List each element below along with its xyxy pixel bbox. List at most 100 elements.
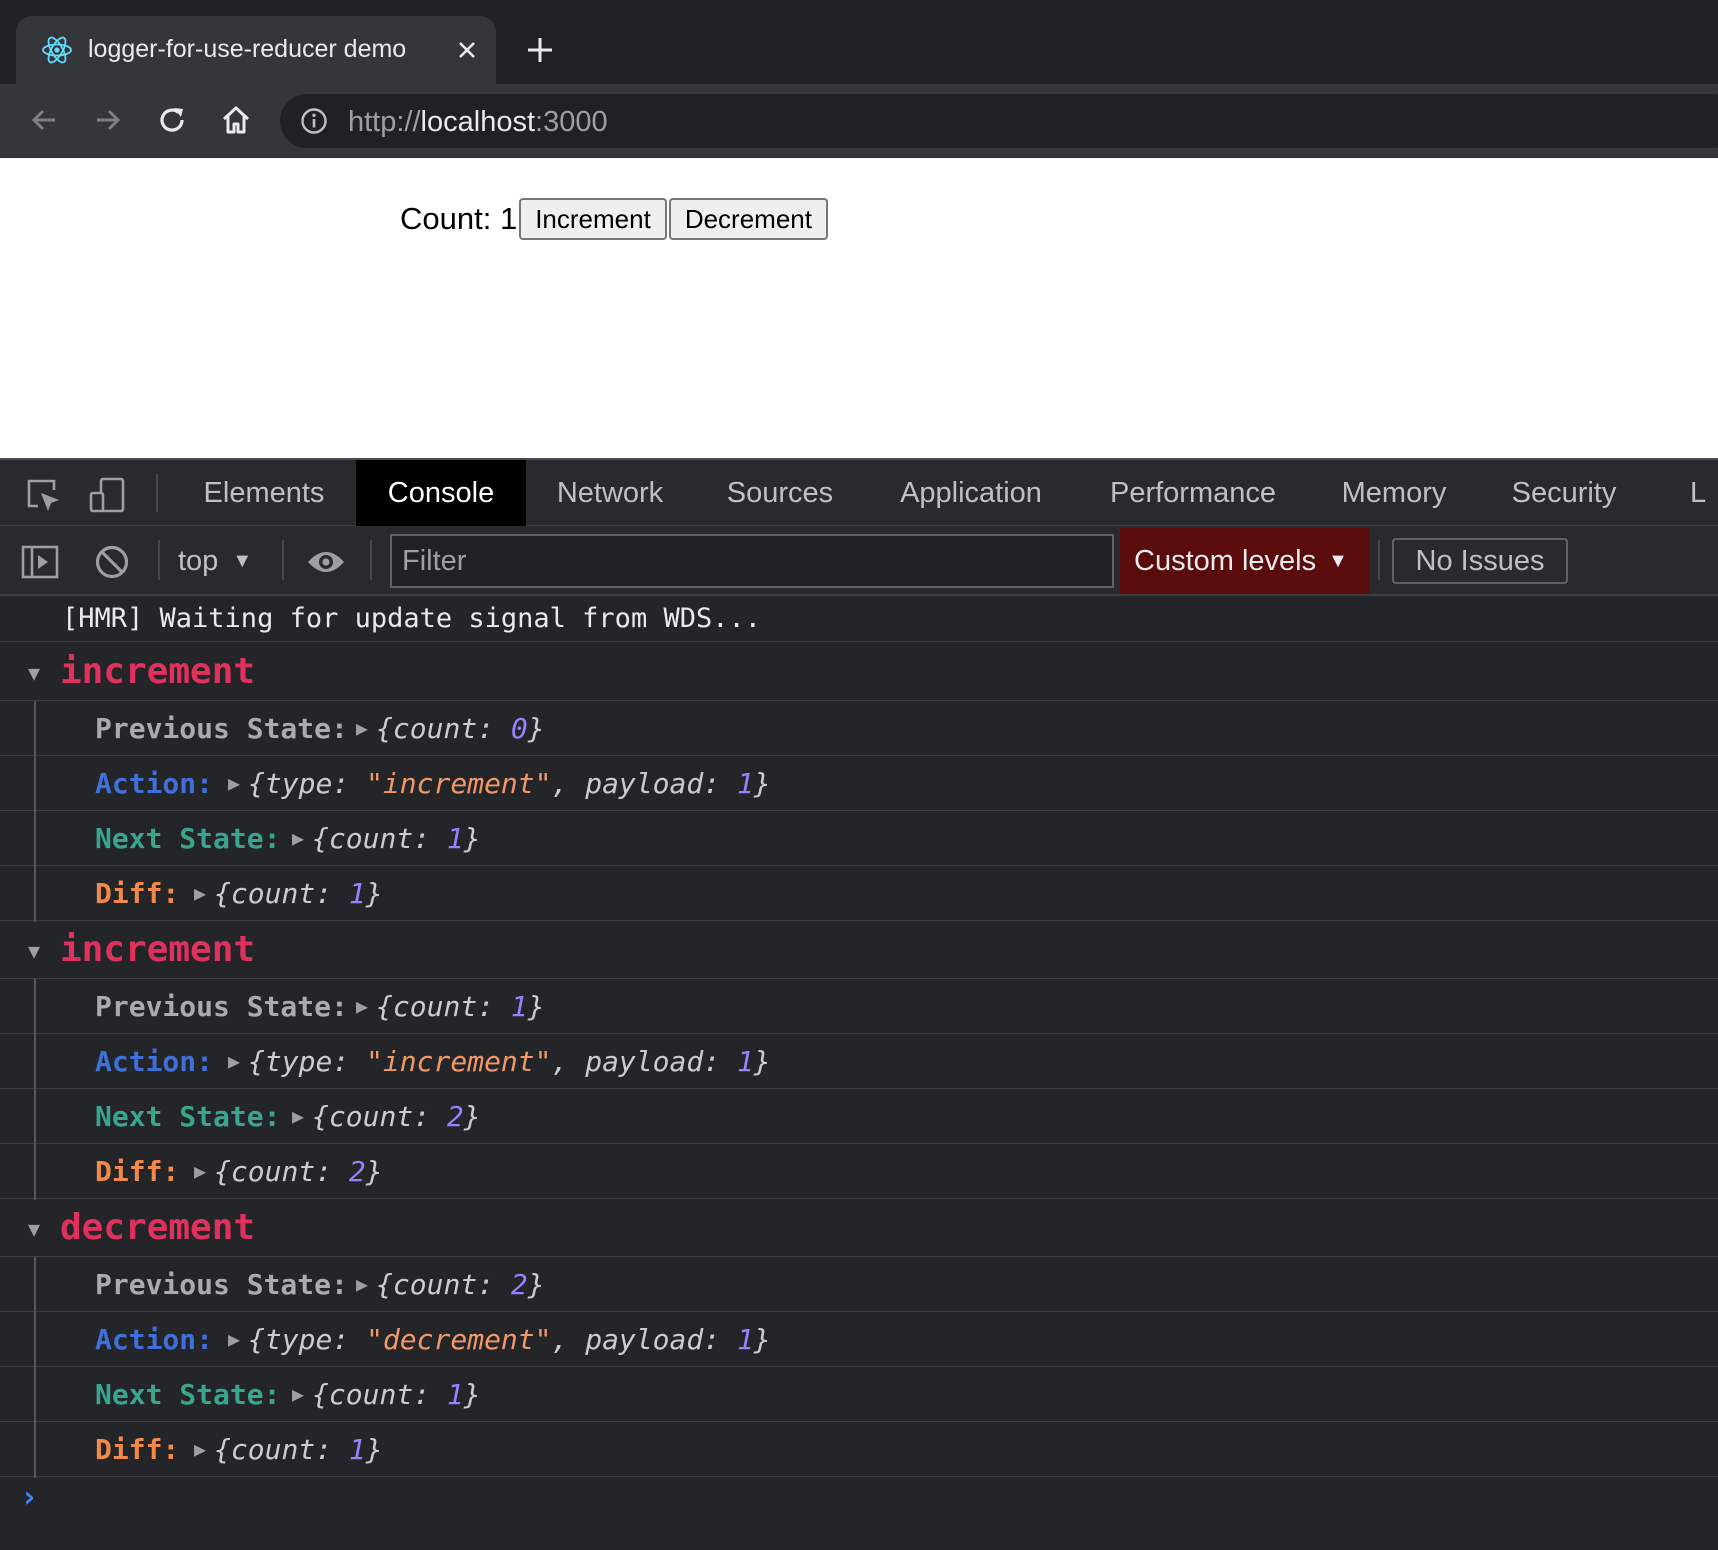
object-preview[interactable]: ▶ {count: 1} — [292, 1378, 481, 1411]
object-preview[interactable]: ▶ {type: "increment", payload: 1} — [228, 1045, 771, 1078]
entry-key: Next State: — [95, 822, 281, 855]
next-state-entry: Next State: ▶ {count: 2} — [0, 1089, 1718, 1145]
log-levels-dropdown[interactable]: Custom levels ▼ — [1120, 528, 1370, 594]
expand-triangle-icon[interactable]: ▶ — [194, 1159, 206, 1183]
tab-strip: logger-for-use-reducer demo — [0, 0, 1718, 84]
browser-tab[interactable]: logger-for-use-reducer demo — [16, 16, 496, 84]
context-selector[interactable]: top ▼ — [178, 540, 252, 582]
tab-sources[interactable]: Sources — [704, 460, 856, 526]
expand-triangle-icon[interactable]: ▶ — [228, 1327, 240, 1351]
entry-key: Previous State: — [95, 1268, 348, 1301]
tab-console[interactable]: Console — [356, 460, 526, 526]
group-rail — [34, 756, 36, 812]
entry-key: Previous State: — [95, 990, 348, 1023]
tab-security[interactable]: Security — [1496, 460, 1632, 526]
address-bar[interactable]: http://localhost:3000 — [280, 94, 1718, 148]
show-sidebar-icon[interactable] — [20, 542, 60, 582]
group-rail — [34, 979, 36, 1035]
entry-key: Action: — [95, 1045, 214, 1078]
action-group-name: increment — [60, 929, 256, 970]
expand-triangle-icon[interactable]: ▶ — [194, 1437, 206, 1461]
entry-key: Action: — [95, 1323, 214, 1356]
object-preview[interactable]: ▶ {count: 0} — [356, 712, 545, 745]
object-preview[interactable]: ▶ {count: 1} — [194, 877, 383, 910]
info-icon[interactable] — [300, 107, 328, 135]
expand-triangle-icon[interactable]: ▶ — [356, 716, 368, 740]
tab-network[interactable]: Network — [534, 460, 686, 526]
clear-console-icon[interactable] — [92, 542, 132, 582]
previous-state-entry: Previous State: ▶ {count: 0} — [0, 701, 1718, 757]
log-group-header[interactable]: ▼ increment — [0, 643, 1718, 701]
group-rail — [34, 1089, 36, 1145]
object-preview[interactable]: ▶ {count: 1} — [356, 990, 545, 1023]
increment-button[interactable]: Increment — [519, 198, 667, 240]
object-preview[interactable]: ▶ {type: "decrement", payload: 1} — [228, 1323, 771, 1356]
console-toolbar: top ▼ Custom levels ▼ No Issues — [0, 526, 1718, 596]
expand-triangle-icon[interactable]: ▶ — [292, 1382, 304, 1406]
expand-triangle-icon[interactable]: ▼ — [28, 939, 40, 963]
tab-elements[interactable]: Elements — [180, 460, 348, 526]
tab-memory[interactable]: Memory — [1326, 460, 1462, 526]
log-group-header[interactable]: ▼ decrement — [0, 1199, 1718, 1257]
entry-key: Action: — [95, 767, 214, 800]
tab-performance[interactable]: Performance — [1090, 460, 1296, 526]
expand-triangle-icon[interactable]: ▶ — [194, 881, 206, 905]
decrement-button[interactable]: Decrement — [668, 198, 828, 240]
expand-triangle-icon[interactable]: ▶ — [228, 1049, 240, 1073]
caret-down-icon: ▼ — [232, 549, 253, 572]
devtools-tab-bar: Elements Console Network Sources Applica… — [0, 458, 1718, 526]
object-preview[interactable]: ▶ {type: "increment", payload: 1} — [228, 767, 771, 800]
home-icon[interactable] — [214, 98, 258, 142]
tab-title: logger-for-use-reducer demo — [88, 35, 407, 63]
group-rail — [34, 1312, 36, 1368]
entry-key: Next State: — [95, 1100, 281, 1133]
expand-triangle-icon[interactable]: ▶ — [292, 1104, 304, 1128]
tab-application[interactable]: Application — [878, 460, 1064, 526]
toolbar-divider — [1378, 540, 1380, 580]
next-state-entry: Next State: ▶ {count: 1} — [0, 811, 1718, 867]
expand-triangle-icon[interactable]: ▶ — [356, 994, 368, 1018]
expand-triangle-icon[interactable]: ▶ — [292, 826, 304, 850]
device-toolbar-icon[interactable] — [86, 474, 128, 516]
issues-button[interactable]: No Issues — [1392, 538, 1568, 584]
group-rail — [34, 1257, 36, 1313]
object-preview[interactable]: ▶ {count: 2} — [356, 1268, 545, 1301]
expand-triangle-icon[interactable]: ▶ — [356, 1272, 368, 1296]
object-preview[interactable]: ▶ {count: 1} — [194, 1433, 383, 1466]
group-rail — [34, 1034, 36, 1090]
object-preview[interactable]: ▶ {count: 2} — [292, 1100, 481, 1133]
entry-key: Diff: — [95, 1155, 180, 1188]
expand-triangle-icon[interactable]: ▼ — [28, 1217, 40, 1241]
counter-app: Count: 1 Increment Decrement — [400, 198, 828, 240]
inspect-element-icon[interactable] — [22, 474, 64, 516]
toolbar-divider — [282, 540, 284, 580]
reload-icon[interactable] — [150, 98, 194, 142]
forward-arrow-icon[interactable] — [86, 98, 130, 142]
object-preview[interactable]: ▶ {count: 1} — [292, 822, 481, 855]
group-rail — [34, 866, 36, 922]
count-label: Count: 1 — [400, 201, 518, 236]
expand-triangle-icon[interactable]: ▼ — [28, 661, 40, 685]
console-prompt-chevron-icon[interactable]: › — [20, 1480, 38, 1515]
object-preview[interactable]: ▶ {count: 2} — [194, 1155, 383, 1188]
entry-key: Previous State: — [95, 712, 348, 745]
diff-entry: Diff: ▶ {count: 2} — [0, 1144, 1718, 1200]
diff-entry: Diff: ▶ {count: 1} — [0, 866, 1718, 922]
diff-entry: Diff: ▶ {count: 1} — [0, 1422, 1718, 1478]
action-entry: Action: ▶ {type: "increment", payload: 1} — [0, 1034, 1718, 1090]
eye-icon[interactable] — [306, 542, 346, 582]
previous-state-entry: Previous State: ▶ {count: 1} — [0, 979, 1718, 1035]
expand-triangle-icon[interactable]: ▶ — [228, 771, 240, 795]
previous-state-entry: Previous State: ▶ {count: 2} — [0, 1257, 1718, 1313]
filter-input[interactable] — [390, 534, 1114, 588]
back-arrow-icon[interactable] — [22, 98, 66, 142]
url-text: http://localhost:3000 — [348, 106, 608, 138]
new-tab-plus-icon[interactable] — [520, 30, 560, 70]
caret-down-icon: ▼ — [1328, 549, 1348, 572]
group-rail — [34, 1422, 36, 1478]
toolbar-divider — [158, 540, 160, 580]
tab-overflow-truncated[interactable]: L — [1690, 460, 1718, 526]
log-group-header[interactable]: ▼ increment — [0, 921, 1718, 979]
close-icon[interactable] — [450, 33, 484, 67]
action-entry: Action: ▶ {type: "increment", payload: 1} — [0, 756, 1718, 812]
